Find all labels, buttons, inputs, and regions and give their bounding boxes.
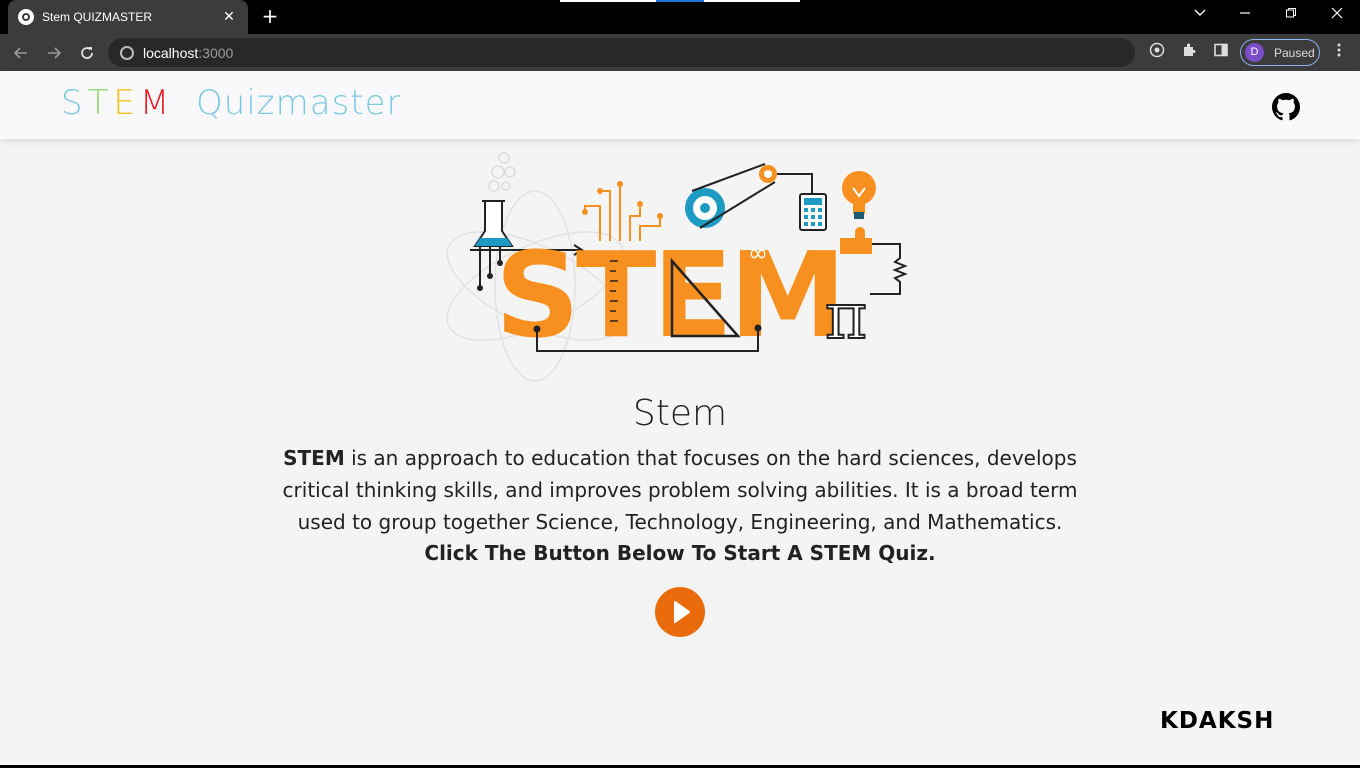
browser-tab-bar: Stem QUIZMASTER ✕ + <box>0 0 1360 34</box>
close-window-icon[interactable] <box>1322 4 1352 28</box>
logo-letter-t: T <box>87 83 110 123</box>
reload-icon[interactable] <box>74 40 100 66</box>
site-logo[interactable]: STEM Quizmaster <box>61 83 402 123</box>
browser-toolbar: localhost:3000 D Paused <box>0 34 1360 71</box>
logo-quizmaster-word: Quizmaster <box>196 83 402 123</box>
stem-illustration: STEM ∞ π <box>440 146 920 386</box>
side-panel-icon[interactable] <box>1211 42 1231 62</box>
gear-icon <box>685 163 777 229</box>
profile-button[interactable]: D Paused <box>1240 39 1320 66</box>
new-tab-button[interactable]: + <box>258 6 282 28</box>
extension-media-icon[interactable] <box>1147 42 1167 62</box>
play-icon <box>674 601 690 623</box>
logo-letter-e: E <box>113 83 136 123</box>
address-bar[interactable]: localhost:3000 <box>108 38 1135 67</box>
browser-tab[interactable]: Stem QUIZMASTER ✕ <box>8 0 248 34</box>
back-arrow-icon[interactable] <box>8 40 34 66</box>
stem-word-art: STEM <box>495 226 843 364</box>
url-host: localhost <box>143 44 199 61</box>
url-port: :3000 <box>198 44 234 61</box>
profile-status: Paused <box>1274 45 1315 60</box>
window-top-strip-2 <box>704 0 800 2</box>
restore-icon[interactable] <box>1276 4 1306 28</box>
github-icon[interactable] <box>1272 93 1300 121</box>
bubbles-icon <box>488 152 516 192</box>
pi-symbol: π <box>825 280 867 354</box>
page-title: Stem <box>632 393 728 434</box>
description-line-1: is an approach to education that focuses… <box>344 446 1077 470</box>
start-quiz-prompt: Click The Button Below To Start A STEM Q… <box>424 541 936 565</box>
tab-search-chevron-icon[interactable] <box>1185 4 1215 28</box>
minimize-icon[interactable] <box>1230 4 1260 28</box>
logo-letter-s: S <box>61 83 84 123</box>
start-quiz-button[interactable] <box>655 587 705 637</box>
forward-arrow-icon[interactable] <box>41 40 67 66</box>
logo-stem-letters: STEM <box>61 83 174 123</box>
stem-description: STEM is an approach to education that fo… <box>280 442 1080 538</box>
site-info-icon[interactable] <box>120 45 134 60</box>
window-top-strip-accent <box>656 0 704 2</box>
infinity-symbol: ∞ <box>748 239 768 267</box>
lightbulb-icon <box>842 171 876 219</box>
avatar: D <box>1245 43 1264 62</box>
logo-letter-m: M <box>139 83 171 123</box>
window-top-strip <box>560 0 656 2</box>
more-menu-icon[interactable] <box>1329 42 1349 62</box>
puzzle-extensions-icon[interactable] <box>1179 42 1199 62</box>
puzzle-icon <box>840 227 872 254</box>
calculator-icon <box>777 173 827 231</box>
site-header: STEM Quizmaster <box>0 71 1360 139</box>
description-line-3: used to group together Science, Technolo… <box>297 510 1063 534</box>
tab-title: Stem QUIZMASTER <box>42 10 153 24</box>
stem-bold-term: STEM <box>283 446 345 470</box>
globe-icon <box>18 9 34 25</box>
description-line-2: critical thinking skills, and improves p… <box>282 478 1078 502</box>
resistor-icon <box>870 243 908 295</box>
close-tab-icon[interactable]: ✕ <box>220 9 238 25</box>
author-credit: KDAKSH <box>1160 708 1275 734</box>
